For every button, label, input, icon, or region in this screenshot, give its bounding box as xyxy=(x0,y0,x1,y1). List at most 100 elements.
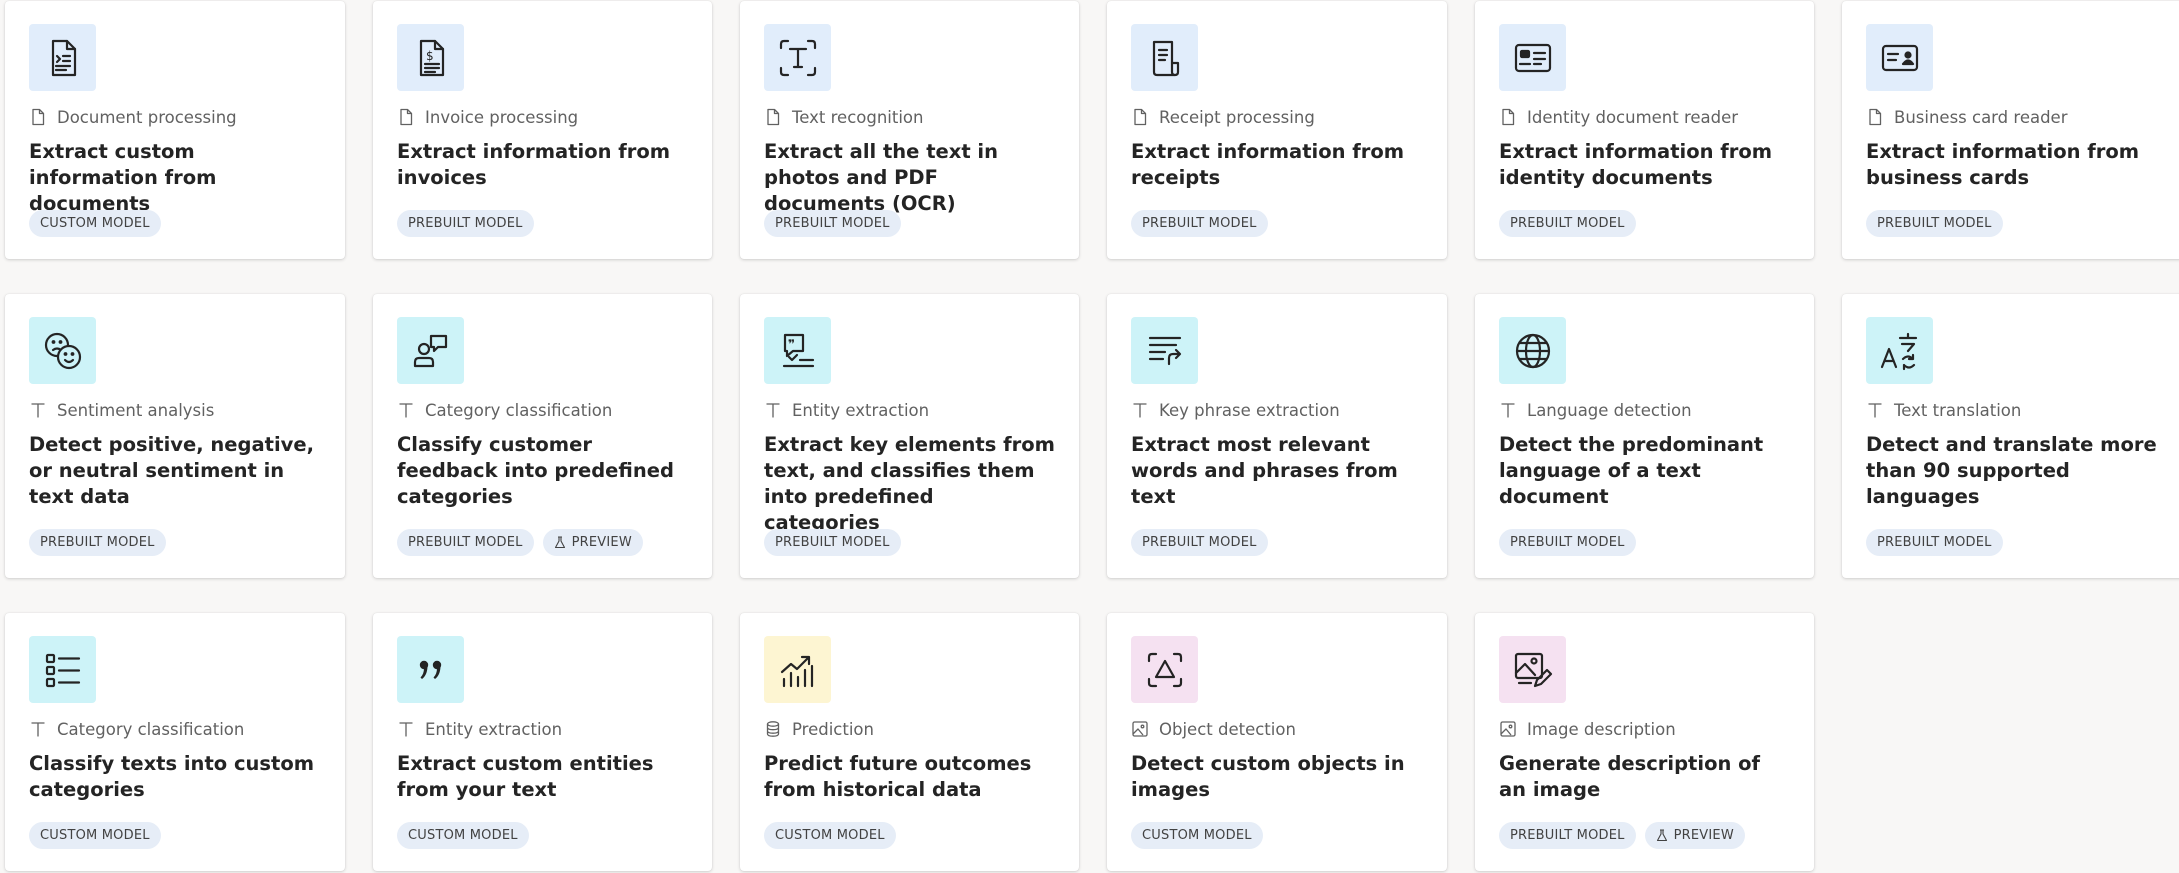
prebuilt-model-badge: PREBUILT MODEL xyxy=(1499,210,1636,237)
preview-badge: PREVIEW xyxy=(1644,822,1745,849)
image-icon xyxy=(1499,720,1517,738)
entity-extraction-icon: ❞ xyxy=(764,317,831,384)
prebuilt-model-badge: PREBUILT MODEL xyxy=(1131,210,1268,237)
card-category: Entity extraction xyxy=(764,398,1055,422)
card-entity-extraction-custom[interactable]: Entity extraction Extract custom entitie… xyxy=(373,613,712,871)
image-edit-icon xyxy=(1499,636,1566,703)
flask-icon xyxy=(554,536,565,549)
card-category: Sentiment analysis xyxy=(29,398,321,422)
card-category: Key phrase extraction xyxy=(1131,398,1423,422)
prebuilt-model-badge: PREBUILT MODEL xyxy=(1131,529,1268,556)
prebuilt-model-badge: PREBUILT MODEL xyxy=(1499,822,1636,849)
prebuilt-model-badge: PREBUILT MODEL xyxy=(764,210,901,237)
card-category: Text translation xyxy=(1866,398,2163,422)
text-icon xyxy=(397,720,415,738)
card-text-translation[interactable]: Text translation Detect and translate mo… xyxy=(1842,294,2179,578)
receipt-icon xyxy=(1131,24,1198,91)
card-text-recognition[interactable]: Text recognition Extract all the text in… xyxy=(740,1,1079,259)
document-icon xyxy=(397,108,415,126)
card-title: Extract custom entities from your text xyxy=(397,752,654,801)
card-entity-extraction[interactable]: ❞ Entity extraction Extract key elements… xyxy=(740,294,1079,578)
text-icon xyxy=(29,401,47,419)
card-category: Receipt processing xyxy=(1131,105,1423,129)
card-category: Entity extraction xyxy=(397,717,688,741)
card-title: Detect and translate more than 90 suppor… xyxy=(1866,433,2157,508)
custom-model-badge: CUSTOM MODEL xyxy=(764,822,896,849)
preview-badge: PREVIEW xyxy=(542,529,643,556)
card-category: Document processing xyxy=(29,105,321,129)
card-title: Generate description of an image xyxy=(1499,752,1761,801)
checklist-icon xyxy=(29,636,96,703)
prebuilt-model-badge: PREBUILT MODEL xyxy=(29,529,166,556)
card-category: Prediction xyxy=(764,717,1055,741)
card-document-processing[interactable]: Document processing Extract custom infor… xyxy=(5,1,345,259)
svg-text:$: $ xyxy=(426,49,434,63)
document-icon xyxy=(1499,108,1517,126)
text-recognition-icon xyxy=(764,24,831,91)
card-object-detection[interactable]: Object detection Detect custom objects i… xyxy=(1107,613,1447,871)
invoice-icon: $ xyxy=(397,24,464,91)
text-icon xyxy=(1499,401,1517,419)
card-category: Category classification xyxy=(397,398,688,422)
card-category: Invoice processing xyxy=(397,105,688,129)
card-category: Identity document reader xyxy=(1499,105,1790,129)
card-business-card-reader[interactable]: Business card reader Extract information… xyxy=(1842,1,2179,259)
text-icon xyxy=(397,401,415,419)
document-icon xyxy=(1866,108,1884,126)
card-category-classification-custom[interactable]: Category classification Classify texts i… xyxy=(5,613,345,871)
card-title: Extract information from business cards xyxy=(1866,140,2140,189)
sentiment-icon xyxy=(29,317,96,384)
image-icon xyxy=(1131,720,1149,738)
card-category: Image description xyxy=(1499,717,1790,741)
card-title: Detect positive, negative, or neutral se… xyxy=(29,433,314,508)
card-category: Text recognition xyxy=(764,105,1055,129)
prebuilt-model-badge: PREBUILT MODEL xyxy=(1866,210,2003,237)
text-icon xyxy=(29,720,47,738)
card-language-detection[interactable]: Language detection Detect the predominan… xyxy=(1475,294,1814,578)
card-receipt-processing[interactable]: Receipt processing Extract information f… xyxy=(1107,1,1447,259)
text-icon xyxy=(1866,401,1884,419)
trend-chart-icon xyxy=(764,636,831,703)
card-title: Extract custom information from document… xyxy=(29,140,217,215)
flask-icon xyxy=(1656,829,1667,842)
globe-icon xyxy=(1499,317,1566,384)
card-category: Business card reader xyxy=(1866,105,2163,129)
text-icon xyxy=(764,401,782,419)
card-title: Extract information from identity docume… xyxy=(1499,140,1773,189)
card-category: Object detection xyxy=(1131,717,1423,741)
card-title: Detect the predominant language of a tex… xyxy=(1499,433,1764,508)
card-identity-document-reader[interactable]: Identity document reader Extract informa… xyxy=(1475,1,1814,259)
card-title: Extract information from invoices xyxy=(397,140,671,189)
card-key-phrase-extraction[interactable]: Key phrase extraction Extract most relev… xyxy=(1107,294,1447,578)
svg-text:❞: ❞ xyxy=(788,337,795,351)
custom-model-badge: CUSTOM MODEL xyxy=(1131,822,1263,849)
id-card-icon xyxy=(1499,24,1566,91)
prebuilt-model-badge: PREBUILT MODEL xyxy=(1866,529,2003,556)
card-invoice-processing[interactable]: $ Invoice processing Extract information… xyxy=(373,1,712,259)
card-category: Category classification xyxy=(29,717,321,741)
translate-icon xyxy=(1866,317,1933,384)
card-title: Extract all the text in photos and PDF d… xyxy=(764,140,998,215)
card-title: Extract key elements from text, and clas… xyxy=(764,433,1055,534)
database-icon xyxy=(764,720,782,738)
card-sentiment-analysis[interactable]: Sentiment analysis Detect positive, nega… xyxy=(5,294,345,578)
card-title: Extract most relevant words and phrases … xyxy=(1131,433,1398,508)
custom-model-badge: CUSTOM MODEL xyxy=(397,822,529,849)
prebuilt-model-badge: PREBUILT MODEL xyxy=(764,529,901,556)
custom-model-badge: CUSTOM MODEL xyxy=(29,210,161,237)
document-icon xyxy=(764,108,782,126)
card-prediction[interactable]: Prediction Predict future outcomes from … xyxy=(740,613,1079,871)
key-phrase-icon xyxy=(1131,317,1198,384)
card-title: Classify texts into custom categories xyxy=(29,752,315,801)
card-image-description[interactable]: Image description Generate description o… xyxy=(1475,613,1814,871)
prebuilt-model-badge: PREBUILT MODEL xyxy=(397,529,534,556)
card-category-classification-feedback[interactable]: Category classification Classify custome… xyxy=(373,294,712,578)
object-detection-icon xyxy=(1131,636,1198,703)
text-icon xyxy=(1131,401,1149,419)
card-title: Classify customer feedback into predefin… xyxy=(397,433,674,508)
card-title: Detect custom objects in images xyxy=(1131,752,1405,801)
card-title: Extract information from receipts xyxy=(1131,140,1405,189)
quote-icon xyxy=(397,636,464,703)
card-category: Language detection xyxy=(1499,398,1790,422)
custom-model-badge: CUSTOM MODEL xyxy=(29,822,161,849)
